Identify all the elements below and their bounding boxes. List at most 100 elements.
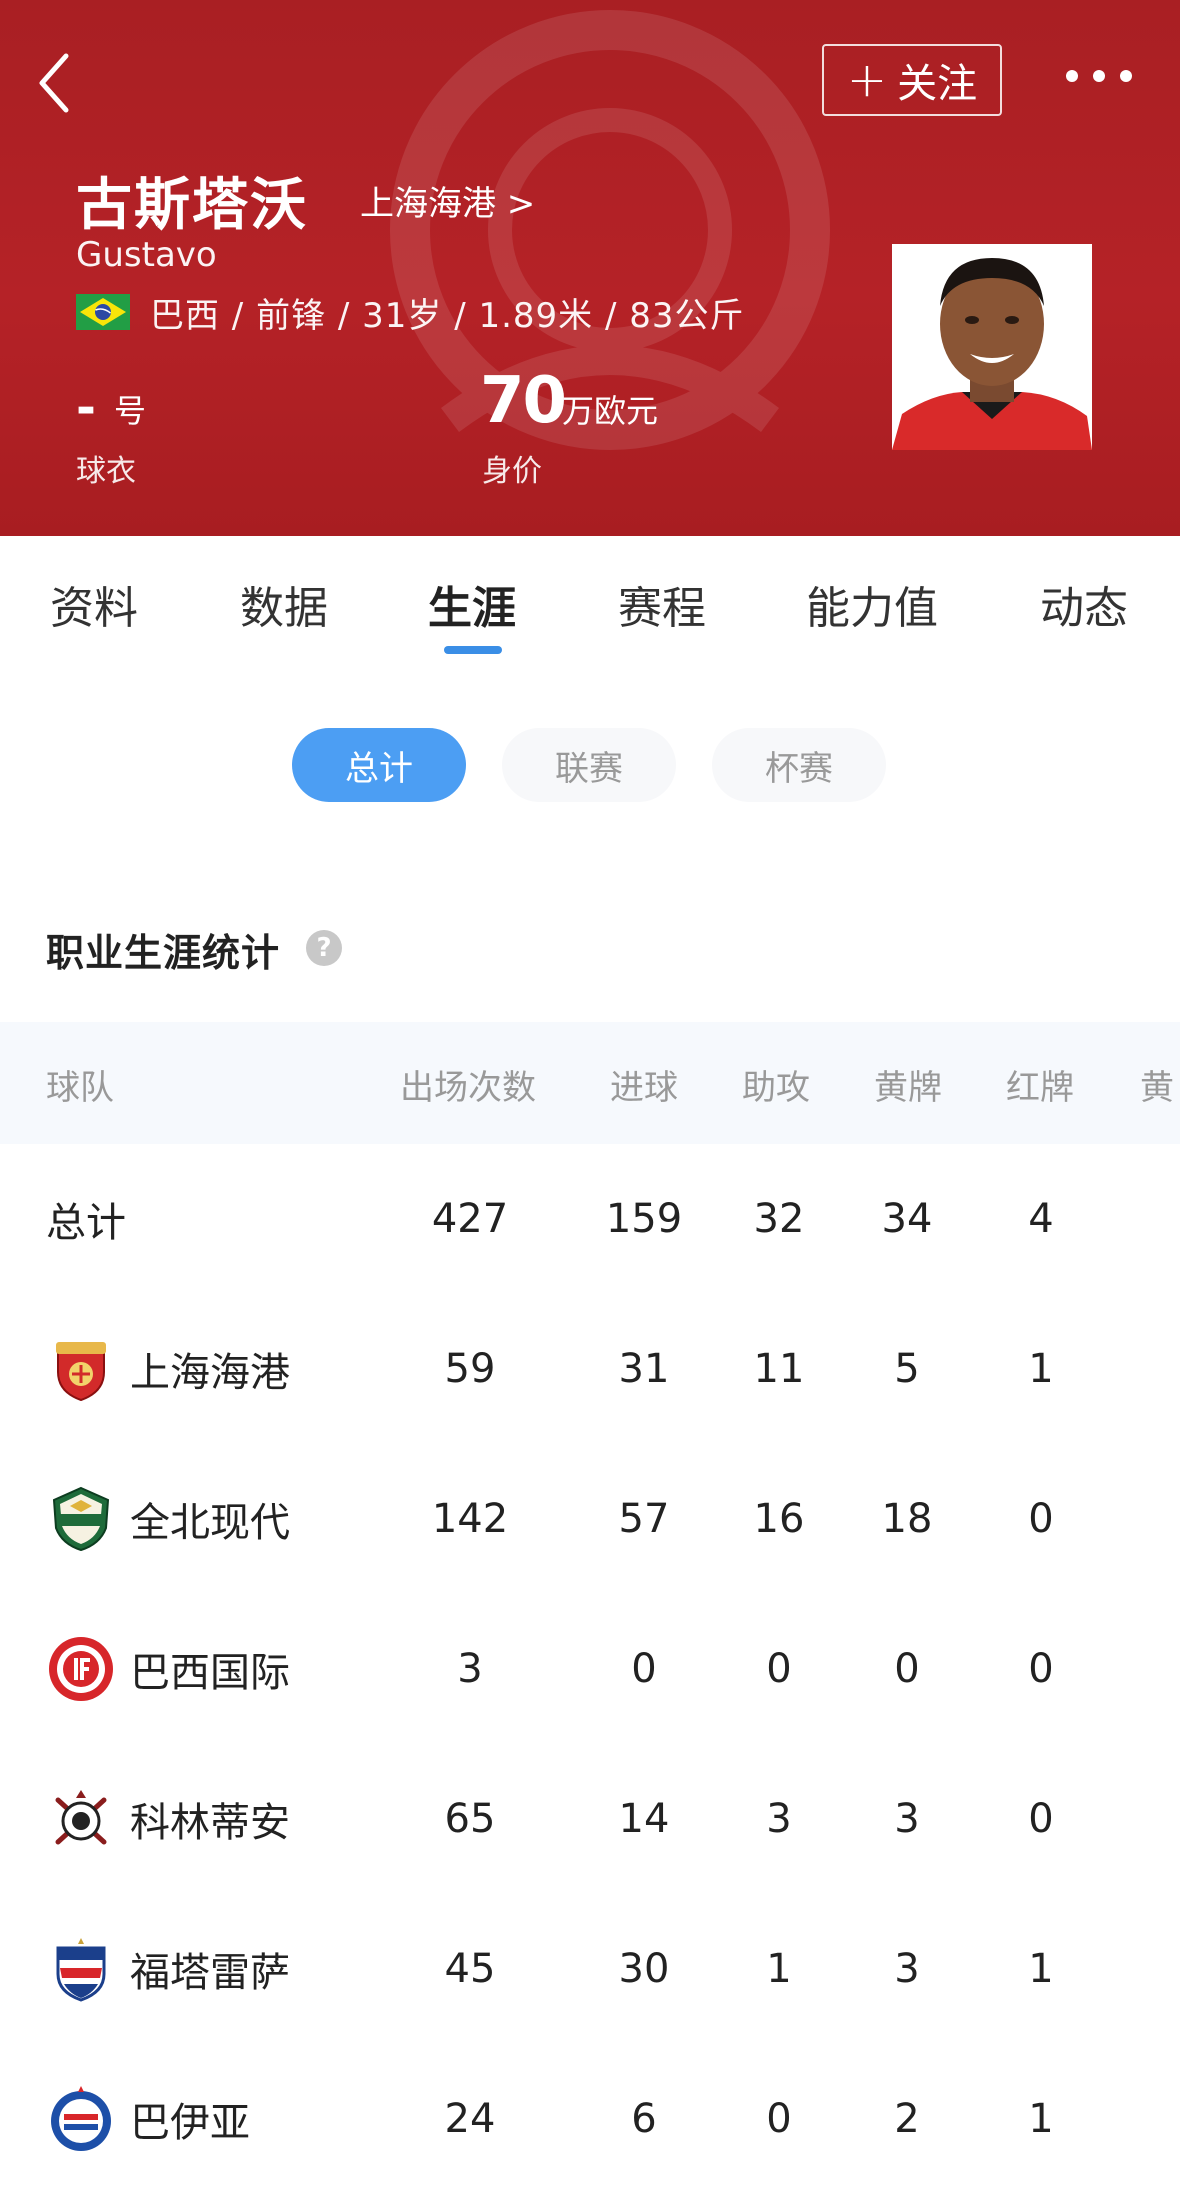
bahia-logo-icon <box>51 2086 111 2151</box>
shanghai-port-logo-icon <box>56 1342 106 1402</box>
fortaleza-logo-icon <box>56 1938 106 2002</box>
team-cell: 上海海港 <box>46 1294 346 1444</box>
red-cell: 0 <box>1028 1646 1054 1692</box>
team-name: 巴伊亚 <box>130 2100 250 2146</box>
col-team: 球队 <box>46 1068 114 1108</box>
player-header: + 关注 古斯塔沃 上海海港 > Gustavo 巴西 / 前锋 / 31岁 /… <box>0 0 1180 536</box>
yellow-cell: 18 <box>881 1496 933 1542</box>
red-cell: 1 <box>1028 2096 1054 2142</box>
team-name: 科林蒂安 <box>130 1800 290 1846</box>
table-row[interactable]: 巴伊亚 24 6 0 2 1 <box>0 2044 1180 2186</box>
yellow-cell: 3 <box>894 1796 920 1842</box>
team-cell: 巴伊亚 <box>46 2044 346 2186</box>
player-avatar <box>892 244 1092 450</box>
assists-cell: 16 <box>753 1496 805 1542</box>
more-options-button[interactable] <box>1066 64 1132 88</box>
player-name-en: Gustavo <box>76 235 217 275</box>
assists-cell: 1 <box>766 1946 792 1992</box>
market-value-label: 身价 <box>482 454 542 489</box>
yellow-cell: 3 <box>894 1946 920 1992</box>
jersey-unit: 号 <box>114 392 147 430</box>
red-cell: 4 <box>1028 1196 1054 1242</box>
follow-button[interactable]: + 关注 <box>822 44 1002 116</box>
internacional-logo-icon <box>49 1637 113 1701</box>
more-dot-icon <box>1093 70 1105 82</box>
follow-label: 关注 <box>897 61 978 107</box>
chevron-left-icon <box>39 53 69 113</box>
col-yellow-red-partial: 黄 <box>1140 1068 1174 1108</box>
red-cell: 0 <box>1028 1496 1054 1542</box>
table-row[interactable]: 巴西国际 3 0 0 0 0 <box>0 1594 1180 1744</box>
col-red-cards: 红牌 <box>1006 1068 1074 1108</box>
yellow-cell: 34 <box>881 1196 933 1242</box>
team-cell: 全北现代 <box>46 1444 346 1594</box>
goals-cell: 57 <box>618 1496 670 1542</box>
team-cell: 巴西国际 <box>46 1594 346 1744</box>
corinthians-logo-icon <box>55 1790 107 1845</box>
brazil-flag-icon <box>76 294 130 330</box>
apps-cell: 45 <box>444 1946 496 1992</box>
red-cell: 1 <box>1028 1346 1054 1392</box>
tab-ratings[interactable]: 能力值 <box>806 572 938 636</box>
apps-cell: 65 <box>444 1796 496 1842</box>
jersey-number: - <box>76 380 96 436</box>
table-row[interactable]: 全北现代 142 57 16 18 0 <box>0 1444 1180 1594</box>
team-name: 福塔雷萨 <box>130 1950 290 1996</box>
section-title: 职业生涯统计 <box>46 931 281 975</box>
yellow-cell: 5 <box>894 1346 920 1392</box>
goals-cell: 0 <box>631 1646 657 1692</box>
team-name: 巴西国际 <box>130 1650 290 1696</box>
table-row[interactable]: 科林蒂安 65 14 3 3 0 <box>0 1744 1180 1894</box>
goals-cell: 31 <box>618 1346 670 1392</box>
table-row[interactable]: 上海海港 59 31 11 5 1 <box>0 1294 1180 1444</box>
assists-cell: 0 <box>766 1646 792 1692</box>
team-name: 上海海港 <box>130 1350 290 1396</box>
market-value-unit: 万欧元 <box>562 392 659 430</box>
team-cell: 福塔雷萨 <box>46 1894 346 2044</box>
tab-profile[interactable]: 资料 <box>50 572 138 636</box>
col-goals: 进球 <box>610 1068 678 1108</box>
table-header: 球队 出场次数 进球 助攻 黄牌 红牌 黄 <box>0 1022 1180 1144</box>
market-value: 70 <box>480 364 567 438</box>
team-name: 全北现代 <box>130 1500 290 1546</box>
tab-stats[interactable]: 数据 <box>240 572 328 636</box>
col-appearances: 出场次数 <box>400 1068 536 1108</box>
goals-cell: 159 <box>605 1196 683 1242</box>
plus-icon: + <box>846 52 888 108</box>
jeonbuk-logo-icon <box>52 1486 110 1552</box>
table-row-total: 总计 427 159 32 34 4 <box>0 1144 1180 1294</box>
competition-filter: 总计 联赛 杯赛 <box>292 728 892 802</box>
red-cell: 0 <box>1028 1796 1054 1842</box>
goals-cell: 30 <box>618 1946 670 1992</box>
tab-schedule[interactable]: 赛程 <box>618 572 706 636</box>
jersey-label: 球衣 <box>76 454 136 489</box>
assists-cell: 11 <box>753 1346 805 1392</box>
more-dot-icon <box>1066 70 1078 82</box>
filter-total[interactable]: 总计 <box>292 728 466 802</box>
tab-career[interactable]: 生涯 <box>428 572 516 636</box>
table-row[interactable]: 福塔雷萨 45 30 1 3 1 <box>0 1894 1180 2044</box>
filter-league[interactable]: 联赛 <box>502 728 676 802</box>
player-bio: 巴西 / 前锋 / 31岁 / 1.89米 / 83公斤 <box>150 296 745 336</box>
filter-cup[interactable]: 杯赛 <box>712 728 886 802</box>
apps-cell: 3 <box>457 1646 483 1692</box>
back-button[interactable] <box>30 48 80 118</box>
tab-news[interactable]: 动态 <box>1040 572 1128 636</box>
col-yellow-cards: 黄牌 <box>874 1068 942 1108</box>
apps-cell: 427 <box>431 1196 509 1242</box>
assists-cell: 3 <box>766 1796 792 1842</box>
yellow-cell: 2 <box>894 2096 920 2142</box>
goals-cell: 6 <box>631 2096 657 2142</box>
col-assists: 助攻 <box>742 1068 810 1108</box>
goals-cell: 14 <box>618 1796 670 1842</box>
yellow-cell: 0 <box>894 1646 920 1692</box>
profile-tabs: 资料 数据 生涯 赛程 能力值 动态 <box>0 536 1180 656</box>
red-cell: 1 <box>1028 1946 1054 1992</box>
apps-cell: 142 <box>431 1496 509 1542</box>
team-link[interactable]: 上海海港 > <box>360 176 535 225</box>
team-cell: 科林蒂安 <box>46 1744 346 1894</box>
active-tab-indicator <box>444 646 502 654</box>
help-icon[interactable]: ? <box>306 930 342 966</box>
apps-cell: 59 <box>444 1346 496 1392</box>
assists-cell: 0 <box>766 2096 792 2142</box>
